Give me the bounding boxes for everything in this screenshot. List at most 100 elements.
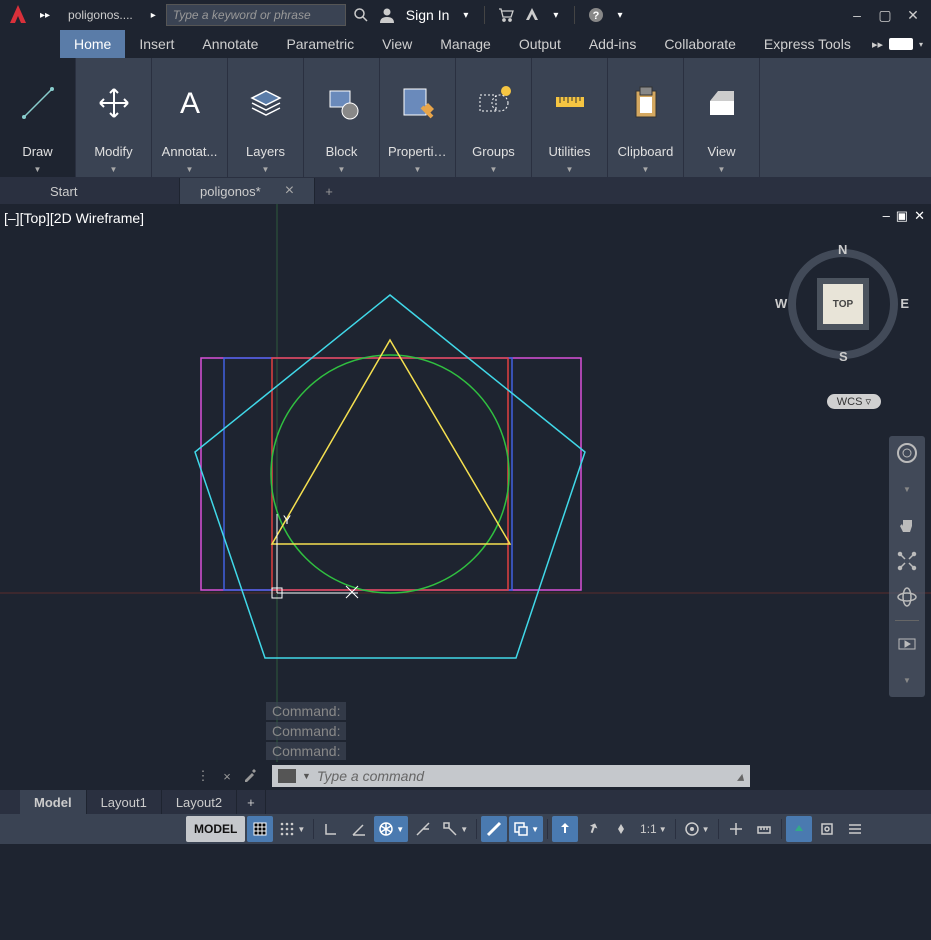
doc-tab-start[interactable]: Start: [30, 178, 180, 204]
cart-icon[interactable]: [495, 4, 517, 26]
user-icon[interactable]: [376, 4, 398, 26]
cmdline-close-icon[interactable]: ×: [218, 767, 236, 785]
3dosnap-toggle[interactable]: [580, 816, 606, 842]
add-layout-button[interactable]: +: [237, 790, 266, 814]
doc-tab-file[interactable]: poligonos*×: [180, 178, 315, 204]
viewcube[interactable]: TOP N S W E: [783, 244, 903, 364]
layout-tab-2[interactable]: Layout2: [162, 790, 237, 814]
ortho-toggle[interactable]: [318, 816, 344, 842]
properties-icon[interactable]: [398, 62, 438, 140]
app-dropdown-icon[interactable]: ▾: [547, 10, 564, 21]
autodesk-app-icon[interactable]: [521, 4, 543, 26]
panel-expand-icon[interactable]: ▼: [154, 161, 225, 177]
workspace-switch[interactable]: ▼: [680, 816, 714, 842]
panel-expand-icon[interactable]: ▼: [382, 161, 453, 177]
move-tool-icon[interactable]: [94, 62, 134, 140]
tab-home[interactable]: Home: [60, 30, 125, 58]
selection-cycling-toggle[interactable]: [552, 816, 578, 842]
view-base-icon[interactable]: [702, 62, 742, 140]
transparency-toggle[interactable]: ▼: [509, 816, 543, 842]
clipboard-icon[interactable]: [626, 62, 666, 140]
pan-icon[interactable]: [894, 512, 920, 538]
panel-expand-icon[interactable]: ▼: [458, 161, 529, 177]
layout-tab-model[interactable]: Model: [20, 790, 87, 814]
quick-properties-toggle[interactable]: [786, 816, 812, 842]
cmdline-recent-icon[interactable]: ▼: [302, 771, 311, 781]
tab-collaborate[interactable]: Collaborate: [650, 30, 750, 58]
panel-expand-icon[interactable]: ▼: [2, 161, 73, 177]
osnap-tracking-toggle[interactable]: [410, 816, 436, 842]
ribbon-state-toggle[interactable]: [889, 38, 913, 50]
dynamic-ucs-toggle[interactable]: [608, 816, 634, 842]
viewcube-north[interactable]: N: [838, 242, 847, 257]
panel-block[interactable]: Block ▼: [304, 58, 380, 177]
app-logo[interactable]: [6, 3, 30, 27]
tab-insert[interactable]: Insert: [125, 30, 188, 58]
minimize-button[interactable]: –: [845, 3, 869, 27]
grid-toggle[interactable]: [247, 816, 273, 842]
wcs-badge[interactable]: WCS ▿: [827, 394, 881, 409]
annotation-scale[interactable]: 1:1▼: [636, 816, 671, 842]
panel-annotation[interactable]: A Annotat... ▼: [152, 58, 228, 177]
block-insert-icon[interactable]: [322, 62, 362, 140]
viewcube-south[interactable]: S: [839, 349, 848, 364]
cmdline-customize-icon[interactable]: [242, 767, 260, 785]
panel-expand-icon[interactable]: ▼: [686, 161, 757, 177]
help-search-input[interactable]: Type a keyword or phrase: [166, 4, 346, 26]
tab-parametric[interactable]: Parametric: [272, 30, 368, 58]
cmdline-handle-icon[interactable]: ⋮: [194, 767, 212, 785]
panel-expand-icon[interactable]: ▼: [610, 161, 681, 177]
nav-collapse-icon[interactable]: ▼: [894, 667, 920, 693]
nav-expand-icon[interactable]: ▼: [894, 476, 920, 502]
text-tool-icon[interactable]: A: [170, 62, 210, 140]
add-tab-button[interactable]: +: [315, 178, 343, 204]
panel-clipboard[interactable]: Clipboard ▼: [608, 58, 684, 177]
command-input[interactable]: ▼ Type a command ▴: [272, 765, 750, 787]
annotation-monitor[interactable]: [723, 816, 749, 842]
maximize-button[interactable]: ▢: [873, 3, 897, 27]
tab-view[interactable]: View: [368, 30, 426, 58]
viewcube-face[interactable]: TOP: [823, 284, 863, 324]
panel-layers[interactable]: Layers ▼: [228, 58, 304, 177]
close-button[interactable]: ✕: [901, 3, 925, 27]
tab-output[interactable]: Output: [505, 30, 575, 58]
qat-expand-icon[interactable]: ▸▸: [34, 10, 56, 21]
tab-addins[interactable]: Add-ins: [575, 30, 650, 58]
modelspace-toggle[interactable]: MODEL: [186, 816, 245, 842]
panel-utilities[interactable]: Utilities ▼: [532, 58, 608, 177]
nav-wheel-icon[interactable]: [894, 440, 920, 466]
line-tool-icon[interactable]: [18, 62, 58, 140]
panel-expand-icon[interactable]: ▼: [78, 161, 149, 177]
panel-draw[interactable]: Draw ▼: [0, 58, 76, 177]
osnap-toggle[interactable]: ▼: [438, 816, 472, 842]
panel-expand-icon[interactable]: ▼: [306, 161, 377, 177]
lock-ui-toggle[interactable]: [814, 816, 840, 842]
showmotion-icon[interactable]: [894, 631, 920, 657]
viewcube-west[interactable]: W: [775, 296, 787, 311]
groups-icon[interactable]: [474, 62, 514, 140]
search-icon[interactable]: [350, 4, 372, 26]
layers-icon[interactable]: [246, 62, 286, 140]
panel-view[interactable]: View ▼: [684, 58, 760, 177]
panel-expand-icon[interactable]: ▼: [230, 161, 301, 177]
help-dropdown-icon[interactable]: ▾: [611, 10, 628, 21]
layout-tab-1[interactable]: Layout1: [87, 790, 162, 814]
drawing-viewport[interactable]: [–][Top][2D Wireframe] – ▣ ✕ Y TOP: [0, 204, 931, 762]
isodraft-toggle[interactable]: ▼: [374, 816, 408, 842]
panel-properties[interactable]: Properties ▼: [380, 58, 456, 177]
cmdline-expand-icon[interactable]: ▴: [737, 768, 744, 785]
units-toggle[interactable]: [751, 816, 777, 842]
viewcube-east[interactable]: E: [900, 296, 909, 311]
polar-toggle[interactable]: [346, 816, 372, 842]
tab-manage[interactable]: Manage: [426, 30, 505, 58]
signin-link[interactable]: Sign In: [402, 7, 454, 23]
orbit-icon[interactable]: [894, 584, 920, 610]
help-icon[interactable]: ?: [585, 4, 607, 26]
tab-express-tools[interactable]: Express Tools: [750, 30, 865, 58]
close-tab-icon[interactable]: ×: [285, 182, 294, 200]
panel-groups[interactable]: Groups ▼: [456, 58, 532, 177]
tab-annotate[interactable]: Annotate: [188, 30, 272, 58]
measure-icon[interactable]: [550, 62, 590, 140]
zoom-extents-icon[interactable]: [894, 548, 920, 574]
lineweight-toggle[interactable]: [481, 816, 507, 842]
